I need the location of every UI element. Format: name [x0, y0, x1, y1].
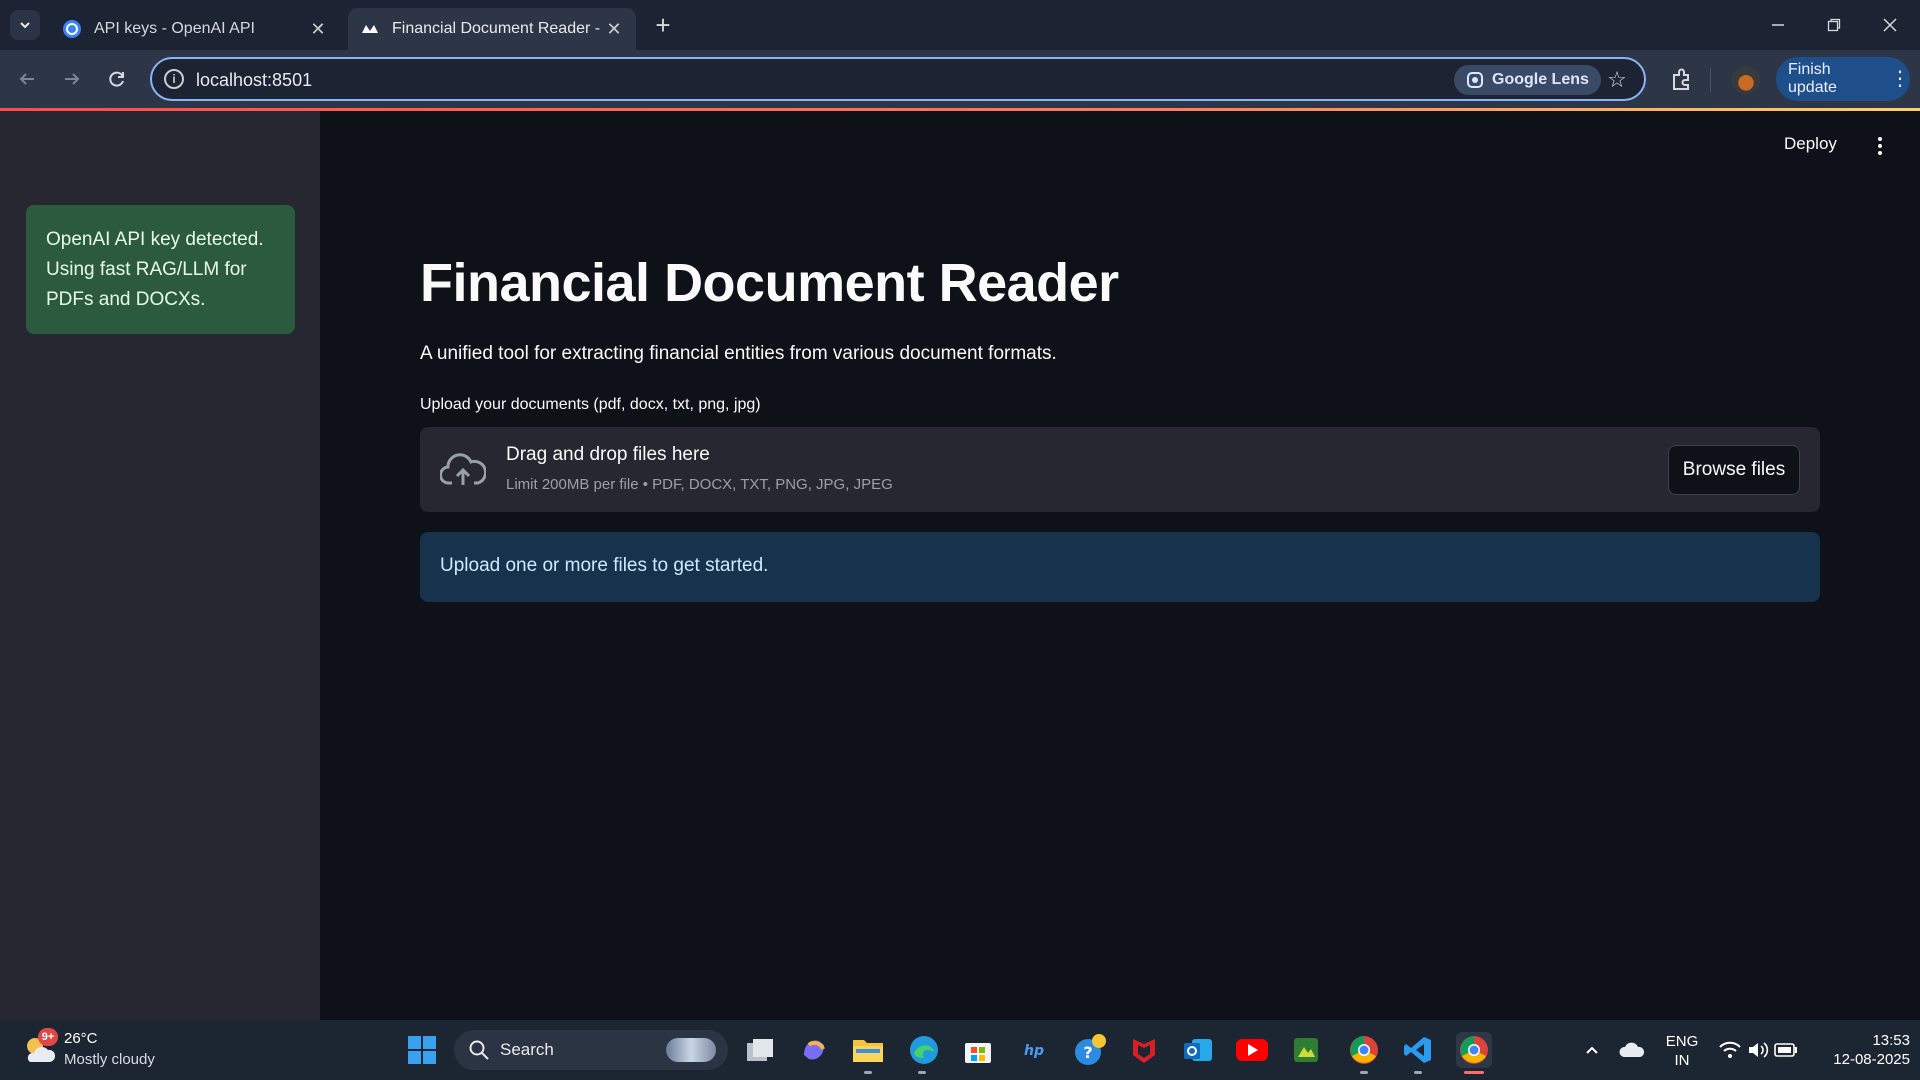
clock-date: 12-08-2025 — [1833, 1051, 1910, 1068]
finish-update-label: Finish update — [1788, 61, 1837, 96]
weather-temperature[interactable]: 26°C — [64, 1030, 98, 1047]
streamlit-icon — [360, 19, 380, 39]
profile-avatar[interactable] — [1732, 66, 1760, 94]
site-info-icon[interactable]: i — [164, 69, 184, 89]
clock-time: 13:53 — [1872, 1032, 1910, 1049]
chevron-up-icon[interactable] — [1574, 1032, 1610, 1068]
vscode-icon[interactable] — [1400, 1032, 1436, 1068]
search-icon — [469, 1040, 489, 1060]
youtube-icon[interactable] — [1234, 1032, 1270, 1068]
copilot-icon[interactable] — [796, 1032, 832, 1068]
outlook-icon[interactable] — [1180, 1032, 1216, 1068]
svg-text:?: ? — [1083, 1043, 1092, 1062]
new-tab-button[interactable]: + — [650, 10, 676, 40]
tab-financial-document-reader[interactable]: Financial Document Reader - Un ✕ — [348, 8, 636, 50]
browser-toolbar: i localhost:8501 Google Lens ☆ — [0, 50, 1920, 108]
file-uploader-label: Upload your documents (pdf, docx, txt, p… — [420, 396, 761, 413]
page-title: Financial Document Reader — [420, 253, 1119, 313]
taskbar-search-label: Search — [500, 1040, 554, 1059]
chrome-active-icon[interactable] — [1456, 1032, 1492, 1068]
api-key-success-alert: OpenAI API key detected. Using fast RAG/… — [26, 205, 295, 334]
search-highlight-image — [666, 1038, 716, 1062]
input-language-indicator[interactable]: ENG IN — [1660, 1032, 1704, 1070]
google-lens-label: Google Lens — [1492, 71, 1589, 88]
help-icon[interactable]: ? — [1072, 1032, 1108, 1068]
edge-browser-icon[interactable] — [906, 1032, 942, 1068]
running-indicator — [918, 1071, 926, 1074]
minimize-icon[interactable] — [1750, 0, 1806, 50]
cloud-upload-icon — [440, 453, 486, 485]
address-bar[interactable]: i localhost:8501 Google Lens ☆ — [150, 57, 1646, 101]
microsoft-store-icon[interactable] — [960, 1032, 996, 1068]
back-arrow-icon[interactable] — [10, 62, 44, 96]
region-label: IN — [1674, 1052, 1690, 1069]
svg-text:hp: hp — [1024, 1043, 1044, 1059]
url-text[interactable]: localhost:8501 — [196, 70, 312, 91]
active-indicator — [1464, 1071, 1484, 1074]
file-dropzone[interactable]: Drag and drop files here Limit 200MB per… — [420, 427, 1820, 512]
hp-icon[interactable]: hp — [1016, 1032, 1052, 1068]
google-lens-button[interactable]: Google Lens — [1454, 65, 1601, 95]
android-app-icon[interactable] — [1288, 1032, 1324, 1068]
file-explorer-icon[interactable] — [850, 1032, 886, 1068]
tab-title: Financial Document Reader - Un — [392, 20, 604, 37]
chevron-down-icon — [20, 22, 30, 29]
deploy-button[interactable]: Deploy — [1784, 134, 1837, 154]
finish-update-button[interactable]: Finish update ⋮ — [1776, 57, 1910, 101]
mcafee-icon[interactable] — [1126, 1032, 1162, 1068]
openai-icon — [62, 19, 82, 39]
language-label: ENG — [1665, 1033, 1699, 1050]
tab-title: API keys - OpenAI API — [94, 20, 255, 37]
toolbar-divider — [1710, 68, 1711, 92]
more-menu-icon[interactable]: ⋮ — [1890, 69, 1910, 89]
dropzone-limit-hint: Limit 200MB per file • PDF, DOCX, TXT, P… — [506, 476, 893, 493]
task-view-icon[interactable] — [742, 1032, 778, 1068]
close-window-icon[interactable] — [1862, 0, 1918, 50]
windows-start-icon[interactable] — [404, 1032, 440, 1068]
weather-description[interactable]: Mostly cloudy — [64, 1051, 155, 1068]
page-subtitle: A unified tool for extracting financial … — [420, 343, 1057, 364]
forward-arrow-icon[interactable] — [55, 62, 89, 96]
chrome-icon[interactable] — [1346, 1032, 1382, 1068]
reload-icon[interactable] — [100, 62, 134, 96]
bookmark-star-icon[interactable]: ☆ — [1604, 67, 1630, 93]
tab-openai-api-keys[interactable]: API keys - OpenAI API ✕ — [50, 8, 340, 50]
close-tab-icon[interactable]: ✕ — [604, 19, 624, 39]
main-menu-icon[interactable] — [1870, 134, 1890, 158]
browser-tab-bar: API keys - OpenAI API ✕ Financial Docume… — [0, 0, 1920, 50]
tab-search-button[interactable] — [10, 10, 40, 40]
upload-info-alert: Upload one or more files to get started. — [420, 532, 1820, 602]
running-indicator — [864, 1071, 872, 1074]
browse-files-button[interactable]: Browse files — [1668, 445, 1800, 495]
sidebar: OpenAI API key detected. Using fast RAG/… — [0, 111, 320, 1020]
lens-icon — [1467, 72, 1483, 88]
taskbar-search-box[interactable]: Search — [454, 1030, 728, 1070]
dropzone-title: Drag and drop files here — [506, 444, 710, 465]
extensions-puzzle-icon[interactable] — [1664, 63, 1698, 97]
onedrive-cloud-icon[interactable] — [1614, 1032, 1650, 1068]
running-indicator — [1414, 1071, 1422, 1074]
close-tab-icon[interactable]: ✕ — [308, 19, 328, 39]
running-indicator — [1360, 1071, 1368, 1074]
weather-notification-badge: 9+ — [38, 1028, 58, 1046]
clock[interactable]: 13:53 12-08-2025 — [1810, 1031, 1910, 1069]
restore-icon[interactable] — [1806, 0, 1862, 50]
battery-icon[interactable] — [1768, 1032, 1804, 1068]
